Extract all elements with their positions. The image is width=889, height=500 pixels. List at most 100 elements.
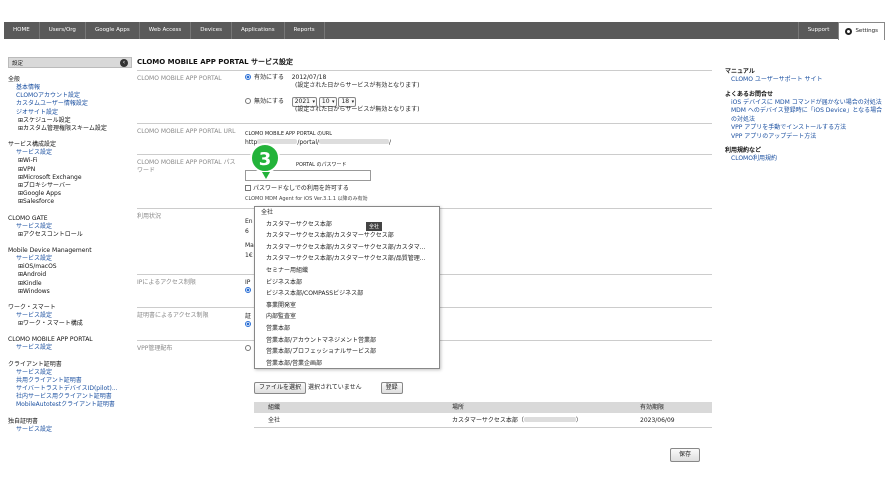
sidebar-tree-item[interactable]: ⊞アクセスコントロール — [8, 231, 132, 239]
sidebar-link[interactable]: サービス設定 — [8, 223, 132, 231]
help-link[interactable]: MDM へのデバイス登録時に「iOS Device」となる場合の対処法 — [725, 107, 885, 124]
sidebar-section: 全般 基本情報 CLOMOアカウント設定 カスタムユーザー情報設定 ジオサイト設定 ⊞スケ… — [8, 76, 132, 133]
sidebar-tree-item[interactable]: ⊞Google Apps — [8, 190, 132, 198]
sidebar-header: 設定 ‹ — [8, 57, 132, 68]
dropdown-option[interactable]: 営業本部/アカウントマネジメント営業部 — [255, 335, 439, 347]
sidebar-tree-item[interactable]: ⊞iOS/macOS — [8, 263, 132, 271]
help-link[interactable]: VPP アプリのアップデート方法 — [725, 133, 885, 142]
register-button[interactable]: 登録 — [380, 382, 403, 394]
col-org: 組織 — [268, 404, 281, 411]
dropdown-option[interactable]: カスタマーサクセス本部 — [255, 219, 439, 231]
save-button[interactable]: 保存 — [670, 448, 701, 462]
sidebar-link[interactable]: MobileAutotestクライアント証明書 — [8, 401, 132, 409]
help-link[interactable]: CLOMO ユーザーサポート サイト — [725, 76, 885, 85]
nav-web-access[interactable]: Web Access — [140, 22, 192, 39]
dropdown-option[interactable]: 営業本部 — [255, 323, 439, 335]
help-link[interactable]: VPP アプリを手動でインストールする方法 — [725, 124, 885, 133]
ip-radio[interactable] — [245, 287, 251, 293]
vpp-radio-wrap — [245, 345, 254, 353]
sidebar-section: サービス構成設定 サービス設定 ⊞Wi-Fi ⊞VPN ⊞Microsoft Excha… — [8, 141, 132, 206]
dropdown-option[interactable]: 事業開発室 — [255, 300, 439, 312]
nav-applications[interactable]: Applications — [232, 22, 285, 39]
sidebar-tree-item[interactable]: ⊞カスタム管理権限スキーム設定 — [8, 125, 132, 133]
portal-row: CLOMO MOBILE APP PORTAL 有効にする 2012/07/18… — [137, 70, 712, 122]
cert-label: 証明書によるアクセス制限 — [137, 312, 209, 319]
enable-note: (設定された日からサービスが有効となります) — [295, 82, 420, 89]
dropdown-option[interactable]: カスタマーサクセス本部/カスタマーサクセス部/品質管理... — [255, 253, 439, 265]
help-link[interactable]: iOS デバイスに MDM コマンドが届かない場合の対処法 — [725, 99, 885, 108]
no-password-checkbox[interactable] — [245, 185, 251, 191]
sidebar-tree-item[interactable]: ⊞スケジュール設定 — [8, 117, 132, 125]
top-navigation: HOME Users/Org Google Apps Web Access De… — [4, 22, 885, 40]
tooltip: 全社 — [366, 222, 383, 231]
nav-devices[interactable]: Devices — [191, 22, 232, 39]
sidebar-tree-item[interactable]: ⊞Kindle — [8, 280, 132, 288]
dropdown-option[interactable]: カスタマーサクセス本部/カスタマーサクセス部/カスタマ... — [255, 242, 439, 254]
sidebar-tree-item[interactable]: ⊞プロキシサーバー — [8, 182, 132, 190]
sidebar-link[interactable]: サービス設定 — [8, 426, 132, 434]
sidebar-tree-item[interactable]: ⊞Android — [8, 271, 132, 279]
sidebar-section-title: ワーク・スマート — [8, 304, 56, 312]
sidebar-tree-item[interactable]: ⊞ワーク・スマート構成 — [8, 320, 132, 328]
sidebar-link[interactable]: 共用クライアント証明書 — [8, 377, 132, 385]
nav-reports[interactable]: Reports — [285, 22, 325, 39]
sidebar-link[interactable]: カスタムユーザー情報設定 — [8, 100, 132, 108]
usage-line3: Ma — [245, 242, 254, 249]
org-dropdown-list[interactable]: 全社 カスタマーサクセス本部 カスタマーサクセス本部/カスタマーサクセス部 カスタマー… — [254, 206, 440, 369]
sidebar-link[interactable]: サービス設定 — [8, 369, 132, 377]
no-password-line: パスワードなしでの利用を許可する — [245, 185, 349, 193]
sidebar-tree-item[interactable]: ⊞Windows — [8, 288, 132, 296]
nav-settings[interactable]: Settings — [838, 22, 885, 40]
usage-line4: 1€ — [245, 252, 253, 259]
sidebar-link[interactable]: サービス設定 — [8, 149, 132, 157]
sidebar-link[interactable]: サービス設定 — [8, 255, 132, 263]
table-header: 組織 場所 有効期限 — [254, 402, 712, 413]
sidebar-section: CLOMO MOBILE APP PORTAL サービス設定 — [8, 336, 132, 352]
dropdown-option[interactable]: ビジネス本部 — [255, 277, 439, 289]
url-label: CLOMO MOBILE APP PORTAL URL — [137, 128, 236, 135]
step-badge-pointer — [262, 172, 270, 179]
dropdown-option[interactable]: 内部監査室 — [255, 311, 439, 323]
dropdown-option[interactable]: 全社 — [255, 207, 439, 219]
help-sidebar: マニュアル CLOMO ユーザーサポート サイト よくあるお問合せ iOS デバイスに… — [725, 62, 885, 164]
dropdown-option[interactable]: 営業本部/営業企画部 — [255, 358, 439, 368]
nav-users-org[interactable]: Users/Org — [40, 22, 86, 39]
dropdown-option[interactable]: ビジネス本部/COMPASSビジネス部 — [255, 288, 439, 300]
sidebar-section-title: クライアント証明書 — [8, 360, 62, 368]
usage-label: 利用状況 — [137, 213, 162, 220]
dropdown-option[interactable]: カスタマーサクセス本部/カスタマーサクセス部 — [255, 230, 439, 242]
sidebar-link[interactable]: ジオサイト設定 — [8, 109, 132, 117]
vpp-table: 組織 場所 有効期限 全社 カスタマーサクセス本部（ ） 2023/06/09 — [254, 402, 712, 428]
sidebar-tree-item[interactable]: ⊞VPN — [8, 166, 132, 174]
cell-location: カスタマーサクセス本部（ ） — [452, 413, 640, 427]
sidebar-sections: 全般 基本情報 CLOMOアカウント設定 カスタムユーザー情報設定 ジオサイト設定 ⊞スケ… — [8, 76, 132, 434]
sidebar-section: CLOMO GATE サービス設定 ⊞アクセスコントロール — [8, 215, 132, 239]
collapse-icon[interactable]: ‹ — [120, 58, 128, 67]
dropdown-option[interactable]: セミナー用組織 — [255, 265, 439, 277]
dropdown-option[interactable]: 営業本部/プロフェッショナルサービス部 — [255, 346, 439, 358]
password-row: CLOMO MOBILE APP PORTAL パスワード PORTAL のパス… — [137, 154, 712, 207]
disable-radio[interactable] — [245, 98, 251, 104]
choose-file-button[interactable]: ファイルを選択 — [254, 382, 307, 394]
sidebar-tree-item[interactable]: ⊞Microsoft Exchange — [8, 174, 132, 182]
help-group-title: マニュアル — [725, 68, 755, 75]
nav-home[interactable]: HOME — [4, 22, 40, 39]
enable-radio[interactable] — [245, 74, 251, 80]
sidebar-tree-item[interactable]: ⊞Wi-Fi — [8, 157, 132, 165]
sidebar-link[interactable]: 基本情報 — [8, 84, 132, 92]
col-expiry: 有効期限 — [640, 404, 665, 411]
help-link[interactable]: CLOMO利用規約 — [725, 155, 885, 164]
cert-radio[interactable] — [245, 321, 251, 327]
vpp-radio[interactable] — [245, 345, 251, 351]
password-caption: PORTAL のパスワード — [296, 162, 347, 168]
cert-radio-wrap — [245, 321, 254, 329]
usage-line2: 6 — [245, 228, 249, 235]
nav-support[interactable]: Support — [797, 22, 839, 39]
sidebar-link[interactable]: サービス設定 — [8, 344, 132, 352]
sidebar-section: 独自証明書 サービス設定 — [8, 418, 132, 434]
sidebar-section-title: Mobile Device Management — [8, 247, 92, 255]
file-line: ファイルを選択 選択されていません 登録 — [254, 382, 403, 394]
sidebar-tree-item[interactable]: ⊞Salesforce — [8, 198, 132, 206]
portal-label: CLOMO MOBILE APP PORTAL — [137, 75, 222, 82]
nav-google-apps[interactable]: Google Apps — [86, 22, 140, 39]
